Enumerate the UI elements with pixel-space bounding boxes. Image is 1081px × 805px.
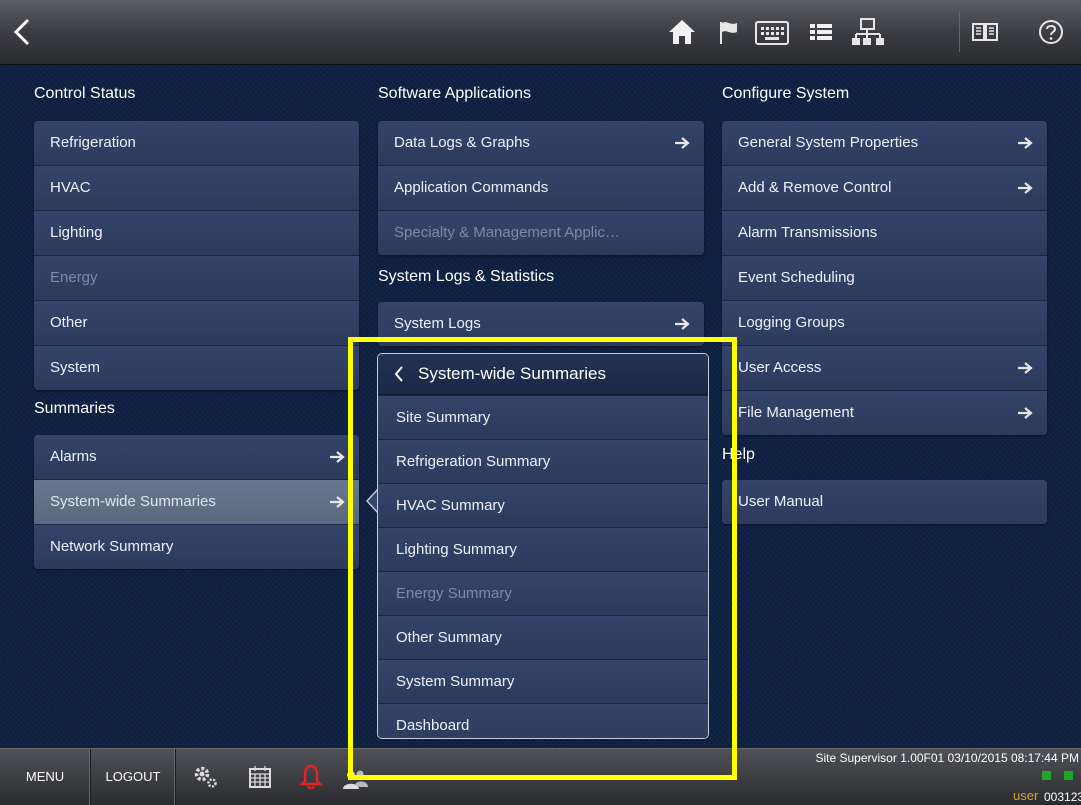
- help-title: Help: [722, 446, 755, 463]
- popover-item-site-summary[interactable]: Site Summary: [378, 395, 708, 439]
- arrow-right-icon: [330, 496, 345, 508]
- control-status-item-refrigeration[interactable]: Refrigeration: [34, 121, 359, 165]
- configure-item-label: User Access: [738, 359, 822, 376]
- status-led: [1042, 771, 1051, 780]
- arrow-right-icon: [675, 137, 690, 149]
- software-item-specialty: Specialty & Management Applic…: [378, 210, 704, 255]
- menu-button[interactable]: MENU: [0, 749, 91, 805]
- home-icon[interactable]: [666, 16, 698, 48]
- system-wide-summaries-popover: System-wide Summaries Site Summary Refri…: [377, 353, 709, 739]
- arrow-right-icon: [1018, 137, 1033, 149]
- popover-item-other-summary[interactable]: Other Summary: [378, 615, 708, 659]
- summaries-item-label: Alarms: [50, 448, 97, 465]
- top-bar: [0, 0, 1081, 65]
- software-applications-list: Data Logs & Graphs Application Commands …: [378, 121, 704, 255]
- popover-item-lighting-summary[interactable]: Lighting Summary: [378, 527, 708, 571]
- help-icon[interactable]: [1035, 16, 1067, 48]
- configure-item-logging-groups[interactable]: Logging Groups: [722, 300, 1047, 345]
- configure-system-title: Configure System: [722, 85, 850, 102]
- software-applications-title: Software Applications: [378, 85, 531, 102]
- configure-item-general-properties[interactable]: General System Properties: [722, 121, 1047, 165]
- popover-item-refrigeration-summary[interactable]: Refrigeration Summary: [378, 439, 708, 483]
- software-item-application-commands[interactable]: Application Commands: [378, 165, 704, 210]
- flag-icon[interactable]: [713, 16, 745, 48]
- alarm-bell-icon[interactable]: [297, 763, 325, 791]
- settings-gears-icon[interactable]: [191, 763, 219, 791]
- control-status-item-energy: Energy: [34, 255, 359, 300]
- arrow-right-icon: [675, 318, 690, 330]
- configure-item-alarm-transmissions[interactable]: Alarm Transmissions: [722, 210, 1047, 255]
- summaries-title: Summaries: [34, 400, 115, 417]
- configure-item-add-remove-control[interactable]: Add & Remove Control: [722, 165, 1047, 210]
- summaries-item-alarms[interactable]: Alarms: [34, 435, 359, 479]
- control-status-item-hvac[interactable]: HVAC: [34, 165, 359, 210]
- logout-button[interactable]: LOGOUT: [91, 749, 176, 805]
- popover-back-button[interactable]: System-wide Summaries: [378, 354, 708, 395]
- arrow-right-icon: [330, 451, 345, 463]
- status-text: Site Supervisor 1.00F01 03/10/2015 08:17…: [815, 751, 1079, 765]
- system-logs-item-label: System Logs: [394, 315, 481, 332]
- control-status-item-lighting[interactable]: Lighting: [34, 210, 359, 255]
- system-logs-title: System Logs & Statistics: [378, 268, 555, 285]
- list-icon[interactable]: [805, 16, 837, 48]
- help-item-user-manual[interactable]: User Manual: [722, 480, 1047, 524]
- manual-icon[interactable]: [969, 16, 1001, 48]
- popover-item-energy-summary: Energy Summary: [378, 571, 708, 615]
- software-item-label: Data Logs & Graphs: [394, 134, 530, 151]
- configure-item-label: Add & Remove Control: [738, 179, 892, 196]
- summaries-item-network[interactable]: Network Summary: [34, 524, 359, 569]
- system-logs-list: System Logs: [378, 302, 704, 346]
- popover-title: System-wide Summaries: [418, 364, 606, 383]
- software-item-data-logs[interactable]: Data Logs & Graphs: [378, 121, 704, 165]
- summaries-item-system-wide[interactable]: System-wide Summaries: [34, 479, 359, 524]
- toolbar-separator: [959, 12, 960, 52]
- back-icon: [13, 18, 30, 46]
- configure-system-list: General System Properties Add & Remove C…: [722, 121, 1047, 435]
- keypad-icon[interactable]: [753, 16, 791, 48]
- configure-item-file-management[interactable]: File Management: [722, 390, 1047, 435]
- help-list: User Manual: [722, 480, 1047, 524]
- configure-item-label: File Management: [738, 404, 854, 421]
- summaries-list: Alarms System-wide Summaries Network Sum…: [34, 435, 359, 569]
- configure-item-user-access[interactable]: User Access: [722, 345, 1047, 390]
- calendar-icon[interactable]: [246, 763, 274, 791]
- control-status-item-other[interactable]: Other: [34, 300, 359, 345]
- configure-item-event-scheduling[interactable]: Event Scheduling: [722, 255, 1047, 300]
- arrow-right-icon: [1018, 407, 1033, 419]
- back-button[interactable]: [0, 0, 60, 64]
- arrow-right-icon: [1018, 362, 1033, 374]
- popover-item-hvac-summary[interactable]: HVAC Summary: [378, 483, 708, 527]
- status-led: [1064, 771, 1073, 780]
- back-icon: [394, 366, 403, 382]
- control-status-list: Refrigeration HVAC Lighting Energy Other…: [34, 121, 359, 390]
- network-icon[interactable]: [850, 16, 886, 48]
- control-status-title: Control Status: [34, 85, 136, 102]
- summaries-item-label: System-wide Summaries: [50, 493, 216, 510]
- bottom-bar: MENU LOGOUT Site Supervisor 1.00F01 03/1…: [0, 748, 1081, 805]
- system-logs-item[interactable]: System Logs: [378, 302, 704, 346]
- control-status-item-system[interactable]: System: [34, 345, 359, 390]
- popover-item-dashboard[interactable]: Dashboard: [378, 703, 708, 738]
- user-label: user: [1013, 788, 1039, 803]
- user-id: 003123: [1044, 790, 1081, 804]
- popover-item-system-summary[interactable]: System Summary: [378, 659, 708, 703]
- arrow-right-icon: [1018, 182, 1033, 194]
- users-icon[interactable]: [340, 763, 370, 791]
- configure-item-label: General System Properties: [738, 134, 919, 151]
